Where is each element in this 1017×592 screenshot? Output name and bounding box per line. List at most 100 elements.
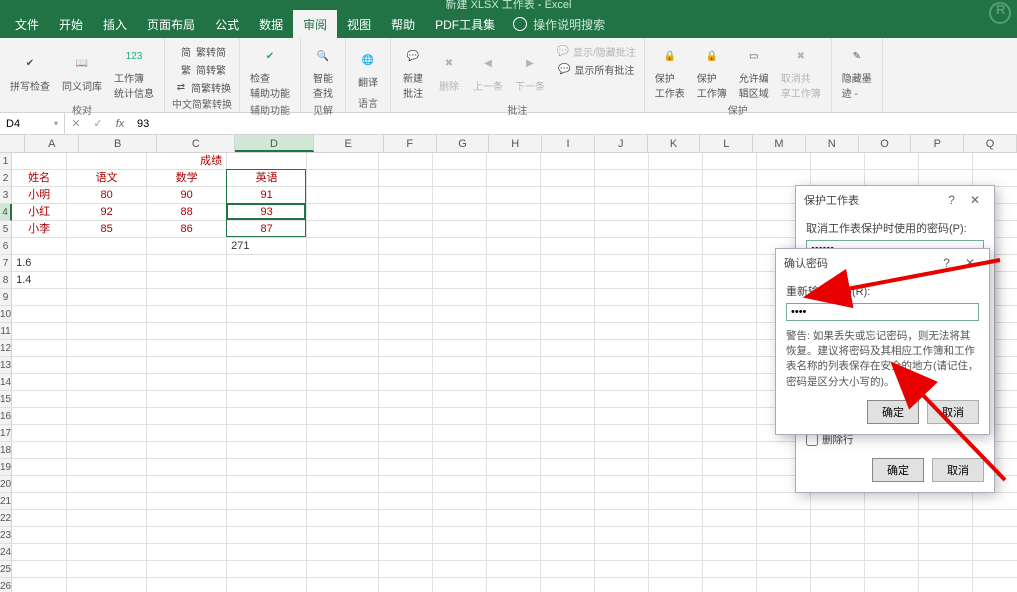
- cell[interactable]: [307, 544, 379, 561]
- help-button[interactable]: ?: [937, 256, 956, 270]
- spellcheck-button[interactable]: ✔拼写检查: [6, 42, 54, 102]
- cell[interactable]: [147, 493, 227, 510]
- cell[interactable]: [811, 544, 865, 561]
- cell[interactable]: [487, 459, 541, 476]
- cell[interactable]: [649, 459, 703, 476]
- cell[interactable]: [379, 425, 433, 442]
- cell[interactable]: [433, 221, 487, 238]
- cell[interactable]: [307, 374, 379, 391]
- cell[interactable]: [67, 442, 147, 459]
- cell[interactable]: [227, 442, 307, 459]
- cell[interactable]: [379, 408, 433, 425]
- cell[interactable]: [67, 476, 147, 493]
- cell[interactable]: [703, 527, 757, 544]
- cell[interactable]: 成绩: [147, 153, 227, 170]
- protect-workbook-button[interactable]: 🔒保护 工作簿: [693, 42, 731, 102]
- cell[interactable]: [595, 476, 649, 493]
- cell[interactable]: [433, 323, 487, 340]
- cell[interactable]: [227, 306, 307, 323]
- cell[interactable]: [307, 459, 379, 476]
- cell[interactable]: [595, 544, 649, 561]
- cell[interactable]: [595, 187, 649, 204]
- cell[interactable]: [433, 170, 487, 187]
- cell[interactable]: [307, 578, 379, 592]
- cell[interactable]: [649, 289, 703, 306]
- row-header-3[interactable]: 3: [0, 187, 12, 204]
- confirm-password-input[interactable]: [786, 303, 979, 321]
- cell[interactable]: [649, 204, 703, 221]
- new-comment-button[interactable]: 💬新建 批注: [397, 42, 429, 102]
- cell[interactable]: [433, 527, 487, 544]
- row-header-4[interactable]: 4: [0, 204, 12, 221]
- cell[interactable]: [541, 357, 595, 374]
- cell[interactable]: [307, 425, 379, 442]
- cell[interactable]: [227, 153, 307, 170]
- cell[interactable]: [379, 204, 433, 221]
- col-header-M[interactable]: M: [753, 135, 806, 152]
- cell[interactable]: [595, 272, 649, 289]
- cell[interactable]: [433, 289, 487, 306]
- col-header-K[interactable]: K: [648, 135, 701, 152]
- cell[interactable]: [649, 561, 703, 578]
- cell[interactable]: [227, 289, 307, 306]
- cell[interactable]: [12, 442, 67, 459]
- cell[interactable]: [541, 306, 595, 323]
- cell[interactable]: [12, 578, 67, 592]
- cell[interactable]: [433, 272, 487, 289]
- cell[interactable]: [595, 238, 649, 255]
- cell[interactable]: [379, 340, 433, 357]
- menu-开始[interactable]: 开始: [49, 10, 93, 39]
- cell[interactable]: [595, 408, 649, 425]
- cell[interactable]: [12, 340, 67, 357]
- cell[interactable]: [67, 578, 147, 592]
- cell[interactable]: [379, 289, 433, 306]
- cell[interactable]: [595, 578, 649, 592]
- cell[interactable]: [595, 357, 649, 374]
- cell[interactable]: [487, 578, 541, 592]
- col-header-J[interactable]: J: [595, 135, 648, 152]
- cell[interactable]: [973, 578, 1017, 592]
- accessibility-button[interactable]: ✔检查 辅助功能: [246, 42, 294, 102]
- cell[interactable]: [865, 153, 919, 170]
- cell[interactable]: [147, 561, 227, 578]
- cell[interactable]: [307, 204, 379, 221]
- cell[interactable]: [379, 578, 433, 592]
- cell[interactable]: [757, 510, 811, 527]
- cell[interactable]: [12, 408, 67, 425]
- cell[interactable]: [379, 493, 433, 510]
- allow-edit-button[interactable]: ▭允许编 辑区域: [735, 42, 773, 102]
- cell[interactable]: [379, 357, 433, 374]
- menu-数据[interactable]: 数据: [249, 10, 293, 39]
- cell[interactable]: [487, 510, 541, 527]
- formula-input[interactable]: 93: [131, 118, 1017, 130]
- cell[interactable]: [379, 306, 433, 323]
- cell[interactable]: 英语: [227, 170, 307, 187]
- cell[interactable]: [973, 510, 1017, 527]
- cell[interactable]: [703, 340, 757, 357]
- cell[interactable]: [973, 544, 1017, 561]
- cell[interactable]: [649, 408, 703, 425]
- close-icon[interactable]: ✕: [964, 193, 986, 207]
- confirm-formula-button[interactable]: ✓: [87, 117, 109, 130]
- cell[interactable]: [595, 561, 649, 578]
- cell[interactable]: 271: [227, 238, 307, 255]
- cell[interactable]: [227, 493, 307, 510]
- row-header-8[interactable]: 8: [0, 272, 12, 289]
- menu-视图[interactable]: 视图: [337, 10, 381, 39]
- help-button[interactable]: ?: [942, 193, 961, 207]
- cell[interactable]: [541, 187, 595, 204]
- cell[interactable]: [12, 374, 67, 391]
- row-header-23[interactable]: 23: [0, 527, 12, 544]
- cell[interactable]: 91: [227, 187, 307, 204]
- cell[interactable]: [147, 391, 227, 408]
- cell[interactable]: [865, 493, 919, 510]
- cell[interactable]: [865, 510, 919, 527]
- cell[interactable]: [703, 408, 757, 425]
- cell[interactable]: [541, 493, 595, 510]
- cell[interactable]: [703, 357, 757, 374]
- cell[interactable]: [595, 510, 649, 527]
- cell[interactable]: [67, 408, 147, 425]
- row-header-24[interactable]: 24: [0, 544, 12, 561]
- cell[interactable]: [147, 357, 227, 374]
- cell[interactable]: [487, 323, 541, 340]
